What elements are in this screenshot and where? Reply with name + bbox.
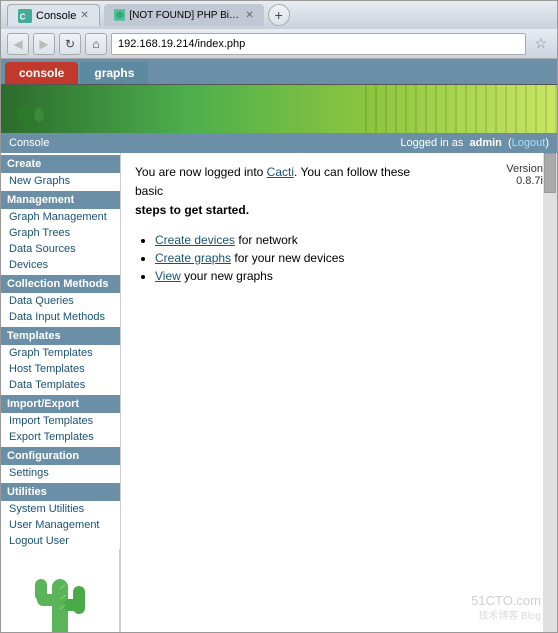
new-tab-button[interactable]: +: [268, 4, 290, 26]
notfound-tab-label: [NOT FOUND] PHP Binary P...: [129, 10, 241, 21]
notfound-tab-close[interactable]: ✕: [245, 10, 253, 21]
sidebar-container: CreateNew Graphs ManagementGraph Manageme…: [1, 153, 121, 632]
content-header: You are now logged into Cacti. You can f…: [135, 163, 543, 221]
version-number: 0.8.7i: [516, 175, 543, 187]
sidebar-item-data-queries[interactable]: Data Queries: [1, 293, 120, 309]
console-label: Console: [9, 137, 49, 149]
step-link-view-graphs[interactable]: View: [155, 269, 181, 283]
console-tab-icon: C: [18, 9, 32, 23]
step-item-create-graphs: Create graphs for your new devices: [155, 251, 543, 265]
sidebar-item-export-templates[interactable]: Export Templates: [1, 429, 120, 445]
content-area: CreateNew Graphs ManagementGraph Manageme…: [1, 153, 557, 632]
svg-text:C: C: [20, 12, 26, 21]
logged-in-bar: Console Logged in as admin (Logout): [1, 133, 557, 153]
step-item-view-graphs: View your new graphs: [155, 269, 543, 283]
sidebar-item-user-management[interactable]: User Management: [1, 517, 120, 533]
address-bar[interactable]: 192.168.19.214/index.php: [111, 33, 526, 55]
address-text: 192.168.19.214/index.php: [118, 38, 245, 50]
app-name-link[interactable]: Cacti: [267, 165, 294, 179]
browser-window: C Console ✕ [NOT FOUND] PHP Binary P... …: [0, 0, 558, 633]
step-item-create-devices: Create devices for network: [155, 233, 543, 247]
tab-graphs-label: graphs: [94, 66, 134, 80]
sidebar-item-new-graphs[interactable]: New Graphs: [1, 173, 120, 189]
sidebar-item-logout-user[interactable]: Logout User: [1, 533, 120, 549]
console-tab-close[interactable]: ✕: [80, 10, 88, 21]
sidebar-section-management: Management: [1, 191, 120, 209]
sidebar-item-settings[interactable]: Settings: [1, 465, 120, 481]
logout-link[interactable]: Logout: [512, 137, 546, 149]
watermark: 51CTO.com 技术博客 Blog: [471, 592, 541, 624]
login-info: Logged in as admin (Logout): [400, 137, 549, 149]
sidebar-section-create: Create: [1, 155, 120, 173]
version-label: Version: [506, 163, 543, 175]
steps-list: Create devices for network Create graphs …: [155, 233, 543, 283]
tab-graphs[interactable]: graphs: [80, 62, 148, 84]
cactus-image-area: [1, 549, 120, 632]
sidebar-item-data-input-methods[interactable]: Data Input Methods: [1, 309, 120, 325]
sidebar-section-utilities: Utilities: [1, 483, 120, 501]
watermark-sub: 技术博客 Blog: [471, 610, 541, 624]
sidebar-item-graph-templates[interactable]: Graph Templates: [1, 345, 120, 361]
bookmark-button[interactable]: ☆: [530, 35, 551, 52]
sidebar-item-system-utilities[interactable]: System Utilities: [1, 501, 120, 517]
title-bar: C Console ✕ [NOT FOUND] PHP Binary P... …: [1, 1, 557, 29]
sidebar-item-host-templates[interactable]: Host Templates: [1, 361, 120, 377]
watermark-site: 51CTO.com: [471, 592, 541, 610]
console-tab-label: Console: [36, 10, 76, 22]
sidebar-section-templates: Templates: [1, 327, 120, 345]
browser-tab-notfound[interactable]: [NOT FOUND] PHP Binary P... ✕: [104, 4, 264, 26]
sidebar-section-configuration: Configuration: [1, 447, 120, 465]
navigation-toolbar: ◀ ▶ ↻ ⌂ 192.168.19.214/index.php ☆: [1, 29, 557, 59]
reload-button[interactable]: ↻: [59, 33, 81, 55]
app-tabs-bar: console graphs: [1, 59, 557, 85]
back-button[interactable]: ◀: [7, 33, 29, 55]
sidebar-item-graph-trees[interactable]: Graph Trees: [1, 225, 120, 241]
sidebar-item-data-sources[interactable]: Data Sources: [1, 241, 120, 257]
welcome-line1: You are now logged into: [135, 165, 267, 179]
sidebar-item-graph-management[interactable]: Graph Management: [1, 209, 120, 225]
browser-tab-console[interactable]: C Console ✕: [7, 4, 100, 26]
banner-logo: [1, 85, 121, 133]
version-info: Version 0.8.7i: [506, 163, 543, 187]
main-content: You are now logged into Cacti. You can f…: [121, 153, 557, 632]
cactus-illustration: [25, 559, 95, 632]
sidebar-item-import-templates[interactable]: Import Templates: [1, 413, 120, 429]
welcome-text: You are now logged into Cacti. You can f…: [135, 163, 415, 221]
tab-console[interactable]: console: [5, 62, 78, 84]
step-link-create-devices[interactable]: Create devices: [155, 233, 235, 247]
scroll-thumb[interactable]: [544, 153, 556, 193]
sidebar-item-data-templates[interactable]: Data Templates: [1, 377, 120, 393]
notfound-tab-icon: [114, 8, 126, 22]
username: admin: [469, 137, 501, 149]
scrollbar[interactable]: [543, 153, 557, 632]
welcome-line3: steps to get started.: [135, 203, 249, 217]
header-banner: [1, 85, 557, 133]
sidebar: CreateNew Graphs ManagementGraph Manageme…: [1, 153, 121, 549]
tab-console-label: console: [19, 66, 64, 80]
sidebar-section-collection-methods: Collection Methods: [1, 275, 120, 293]
sidebar-section-import-export: Import/Export: [1, 395, 120, 413]
sidebar-item-devices[interactable]: Devices: [1, 257, 120, 273]
step-link-create-graphs[interactable]: Create graphs: [155, 251, 231, 265]
home-button[interactable]: ⌂: [85, 33, 107, 55]
forward-button[interactable]: ▶: [33, 33, 55, 55]
